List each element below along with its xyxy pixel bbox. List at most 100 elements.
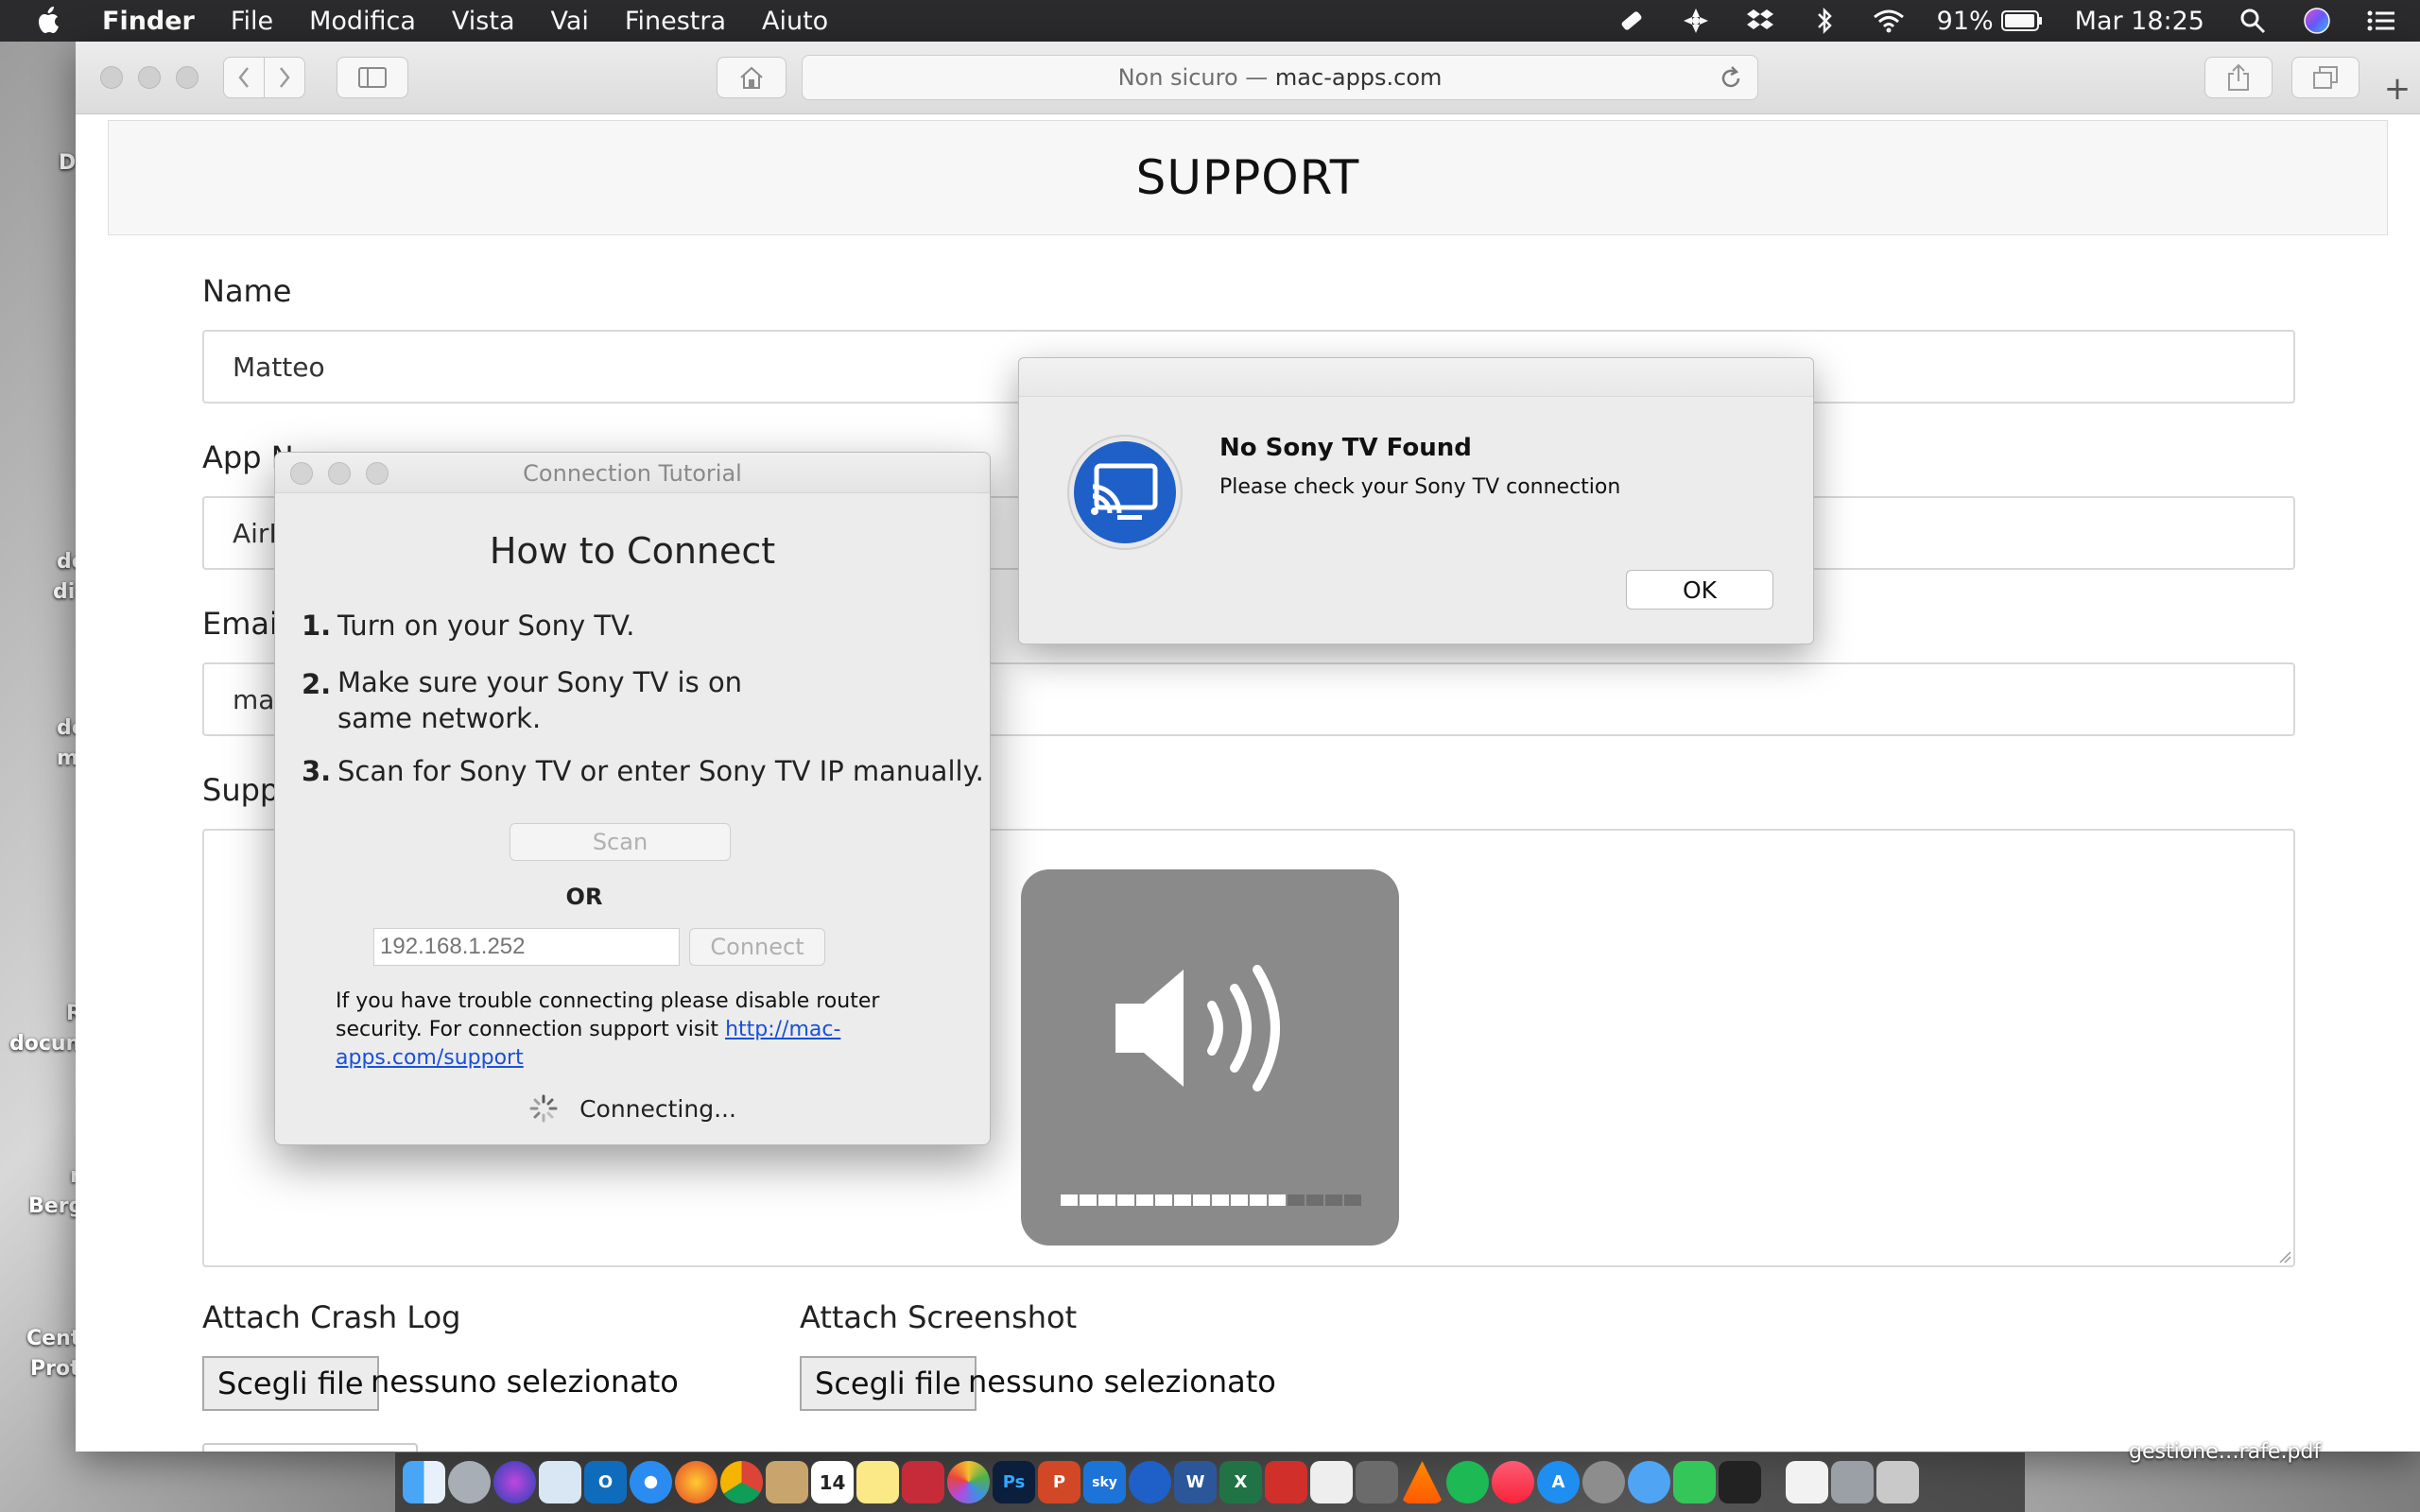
crash-log-label: Attach Crash Log bbox=[202, 1299, 461, 1335]
share-icon bbox=[2228, 63, 2249, 91]
volume-hud bbox=[1021, 869, 1399, 1246]
battery-percent: 91% bbox=[1936, 6, 1994, 36]
home-icon bbox=[740, 66, 763, 89]
volume-segment-filled bbox=[1098, 1194, 1115, 1206]
menu-vista[interactable]: Vista bbox=[452, 7, 515, 36]
preview-icon[interactable] bbox=[539, 1461, 581, 1503]
menu-finestra[interactable]: Finestra bbox=[625, 7, 726, 36]
trash-icon[interactable] bbox=[1876, 1461, 1919, 1503]
dock-separator bbox=[1764, 1461, 1783, 1503]
menu-bar: Finder File Modifica Vista Vai Finestra … bbox=[0, 0, 2420, 42]
menu-aiuto[interactable]: Aiuto bbox=[762, 7, 828, 36]
battery-status[interactable]: 91% bbox=[1937, 7, 2043, 36]
remote-control-icon[interactable] bbox=[1616, 7, 1648, 35]
ok-button[interactable]: OK bbox=[1626, 570, 1773, 610]
window-zoom-button[interactable] bbox=[176, 66, 199, 89]
home-button[interactable] bbox=[717, 57, 786, 98]
step-number: 1. bbox=[302, 610, 332, 642]
resize-handle-icon[interactable] bbox=[2276, 1248, 2291, 1263]
desktop-file-label: gestione…rafe.pdf bbox=[2129, 1440, 2322, 1464]
wifi-icon[interactable] bbox=[1873, 7, 1905, 35]
downloads-stack-icon[interactable] bbox=[1831, 1461, 1874, 1503]
siri-dock-icon[interactable] bbox=[493, 1461, 536, 1503]
chrome-icon[interactable] bbox=[720, 1461, 763, 1503]
new-tab-button[interactable]: + bbox=[2375, 66, 2420, 112]
word-icon[interactable]: W bbox=[1174, 1461, 1217, 1503]
safari-dock-icon[interactable] bbox=[630, 1461, 672, 1503]
spotify-icon[interactable] bbox=[1446, 1461, 1489, 1503]
crash-log-file-status: nessuno selezionato bbox=[371, 1364, 679, 1400]
fan-icon[interactable] bbox=[1680, 7, 1712, 35]
notefile-icon[interactable] bbox=[766, 1461, 808, 1503]
url-domain: mac-apps.com bbox=[1274, 64, 1443, 91]
chevron-left-icon bbox=[238, 67, 249, 88]
outlook-icon[interactable]: O bbox=[584, 1461, 627, 1503]
step-text: Make sure your Sony TV is on bbox=[337, 666, 743, 698]
connection-status: Connecting... bbox=[275, 1093, 990, 1124]
window-minimize-button[interactable] bbox=[138, 66, 161, 89]
document-icon[interactable] bbox=[1786, 1461, 1828, 1503]
notes-icon[interactable] bbox=[856, 1461, 899, 1503]
volume-segment-filled bbox=[1117, 1194, 1134, 1206]
bluetooth-icon[interactable] bbox=[1808, 7, 1841, 35]
menu-vai[interactable]: Vai bbox=[551, 7, 589, 36]
tutorial-step: 2. Make sure your Sony TV is on same net… bbox=[302, 666, 742, 736]
screenshot-file-status: nessuno selezionato bbox=[968, 1364, 1276, 1400]
siri-icon[interactable] bbox=[2301, 7, 2333, 35]
sky-go-icon[interactable]: sky bbox=[1083, 1461, 1126, 1503]
desktop-item-label: di bbox=[53, 580, 76, 604]
menu-app-name[interactable]: Finder bbox=[102, 7, 195, 36]
photoshop-icon[interactable]: Ps bbox=[993, 1461, 1035, 1503]
photo-booth-icon[interactable] bbox=[902, 1461, 944, 1503]
airplay-tv-icon bbox=[1067, 435, 1183, 550]
dropbox-icon[interactable] bbox=[1744, 7, 1776, 35]
itunes-icon[interactable] bbox=[1492, 1461, 1534, 1503]
apple-menu-icon[interactable] bbox=[36, 6, 74, 36]
acrobat-reader-icon[interactable] bbox=[1310, 1461, 1353, 1503]
photos-icon[interactable] bbox=[947, 1461, 990, 1503]
choose-screenshot-button[interactable]: Scegli file bbox=[800, 1356, 977, 1411]
menu-file[interactable]: File bbox=[231, 7, 273, 36]
acrobat-icon[interactable] bbox=[1265, 1461, 1307, 1503]
calendar-icon[interactable]: 14 bbox=[811, 1461, 854, 1503]
forward-button[interactable] bbox=[264, 57, 305, 98]
facetime-icon[interactable] bbox=[1673, 1461, 1716, 1503]
vlc-icon[interactable] bbox=[1401, 1461, 1443, 1503]
security-indicator: Non sicuro — bbox=[1117, 64, 1269, 91]
connect-button[interactable]: Connect bbox=[689, 928, 825, 966]
alert-titlebar bbox=[1019, 358, 1813, 397]
clock[interactable]: Mar 18:25 bbox=[2075, 7, 2204, 36]
finder-icon[interactable] bbox=[403, 1461, 445, 1503]
system-preferences-icon[interactable] bbox=[1582, 1461, 1625, 1503]
reload-icon[interactable] bbox=[1718, 65, 1744, 92]
spotlight-search-icon[interactable] bbox=[2237, 7, 2269, 35]
volume-segment-filled bbox=[1250, 1194, 1267, 1206]
acrobat-distiller-icon[interactable] bbox=[1356, 1461, 1398, 1503]
desktop-item-label: D bbox=[59, 151, 77, 175]
show-tabs-button[interactable] bbox=[2291, 57, 2360, 98]
airplay-sony-tv-icon[interactable] bbox=[1129, 1461, 1171, 1503]
launchpad-icon[interactable] bbox=[448, 1461, 491, 1503]
tabs-icon bbox=[2313, 66, 2338, 89]
messages-icon[interactable] bbox=[1628, 1461, 1670, 1503]
powerpoint-icon[interactable]: P bbox=[1038, 1461, 1080, 1503]
excel-icon[interactable]: X bbox=[1219, 1461, 1262, 1503]
menu-modifica[interactable]: Modifica bbox=[309, 7, 416, 36]
volume-segment-filled bbox=[1136, 1194, 1153, 1206]
address-bar[interactable]: Non sicuro — mac-apps.com bbox=[802, 55, 1758, 100]
firefox-icon[interactable] bbox=[675, 1461, 717, 1503]
volume-segment-empty bbox=[1325, 1194, 1342, 1206]
external-drive-icon[interactable] bbox=[1719, 1461, 1761, 1503]
scan-button[interactable]: Scan bbox=[510, 823, 731, 861]
share-button[interactable] bbox=[2204, 57, 2273, 98]
notification-center-icon[interactable] bbox=[2365, 7, 2397, 35]
tv-ip-input[interactable] bbox=[373, 928, 680, 966]
choose-crash-log-button[interactable]: Scegli file bbox=[202, 1356, 379, 1411]
back-button[interactable] bbox=[223, 57, 265, 98]
window-close-button[interactable] bbox=[100, 66, 123, 89]
submit-button[interactable] bbox=[202, 1443, 418, 1452]
safari-toolbar: Non sicuro — mac-apps.com + bbox=[76, 42, 2420, 114]
app-store-icon[interactable]: A bbox=[1537, 1461, 1580, 1503]
sidebar-toggle-button[interactable] bbox=[337, 57, 408, 98]
name-label: Name bbox=[202, 273, 292, 309]
